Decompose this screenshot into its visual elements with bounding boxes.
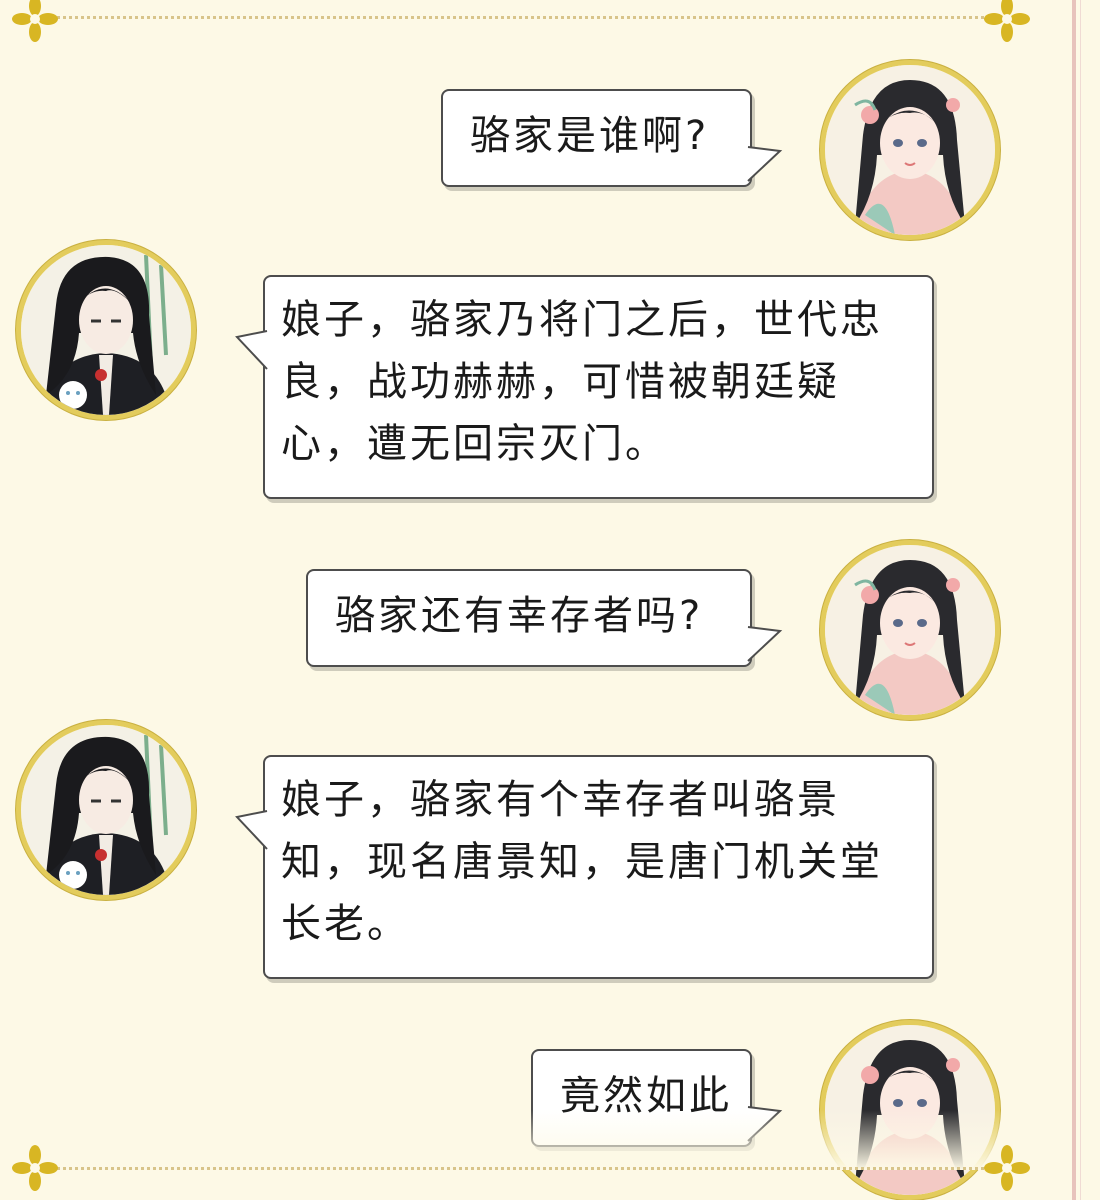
- message-line: 知，现名唐景知，是唐门机关堂: [281, 839, 883, 885]
- message-text: 骆家是谁啊?: [470, 113, 710, 159]
- scroll-fade: [0, 1110, 1050, 1170]
- bubble-tail: [235, 330, 268, 370]
- avatar-man[interactable]: [16, 720, 196, 900]
- gold-flower-icon: [12, 0, 58, 42]
- man-portrait-icon: [21, 725, 191, 895]
- message-line: 娘子，骆家乃将门之后，世代忠: [281, 297, 883, 343]
- gold-flower-icon: [984, 1145, 1030, 1191]
- message-text: 骆家还有幸存者吗?: [335, 593, 704, 639]
- message-bubble[interactable]: 骆家是谁啊?: [441, 89, 783, 187]
- woman-portrait-icon: [825, 65, 995, 235]
- bottom-divider: [50, 1167, 1002, 1170]
- avatar-woman[interactable]: [820, 540, 1000, 720]
- avatar-man[interactable]: [16, 240, 196, 420]
- message-line: 长老。: [281, 901, 410, 947]
- message-bubble[interactable]: 骆家还有幸存者吗?: [306, 569, 783, 667]
- man-portrait-icon: [21, 245, 191, 415]
- message-line: 娘子，骆家有个幸存者叫骆景: [281, 777, 840, 823]
- gold-flower-icon: [12, 1145, 58, 1191]
- gold-flower-icon: [984, 0, 1030, 42]
- avatar-woman[interactable]: [820, 60, 1000, 240]
- chat-page: 骆家是谁啊? 娘子，骆家乃将门之后，世代忠 良，战功赫赫，可惜被朝廷疑 心，遭无…: [0, 0, 1100, 1200]
- message-line: 良，战功赫赫，可惜被朝廷疑: [281, 359, 840, 405]
- bubble-tail: [747, 626, 783, 662]
- message-line: 心，遭无回宗灭门。: [281, 421, 668, 467]
- page-edge-rule: [1072, 0, 1081, 1200]
- bubble-tail: [235, 810, 268, 850]
- message-bubble[interactable]: 娘子，骆家乃将门之后，世代忠 良，战功赫赫，可惜被朝廷疑 心，遭无回宗灭门。: [235, 275, 934, 499]
- bubble-tail: [747, 146, 783, 182]
- top-divider: [50, 16, 1002, 19]
- woman-portrait-icon: [825, 545, 995, 715]
- message-bubble[interactable]: 娘子，骆家有个幸存者叫骆景 知，现名唐景知，是唐门机关堂 长老。: [235, 755, 934, 979]
